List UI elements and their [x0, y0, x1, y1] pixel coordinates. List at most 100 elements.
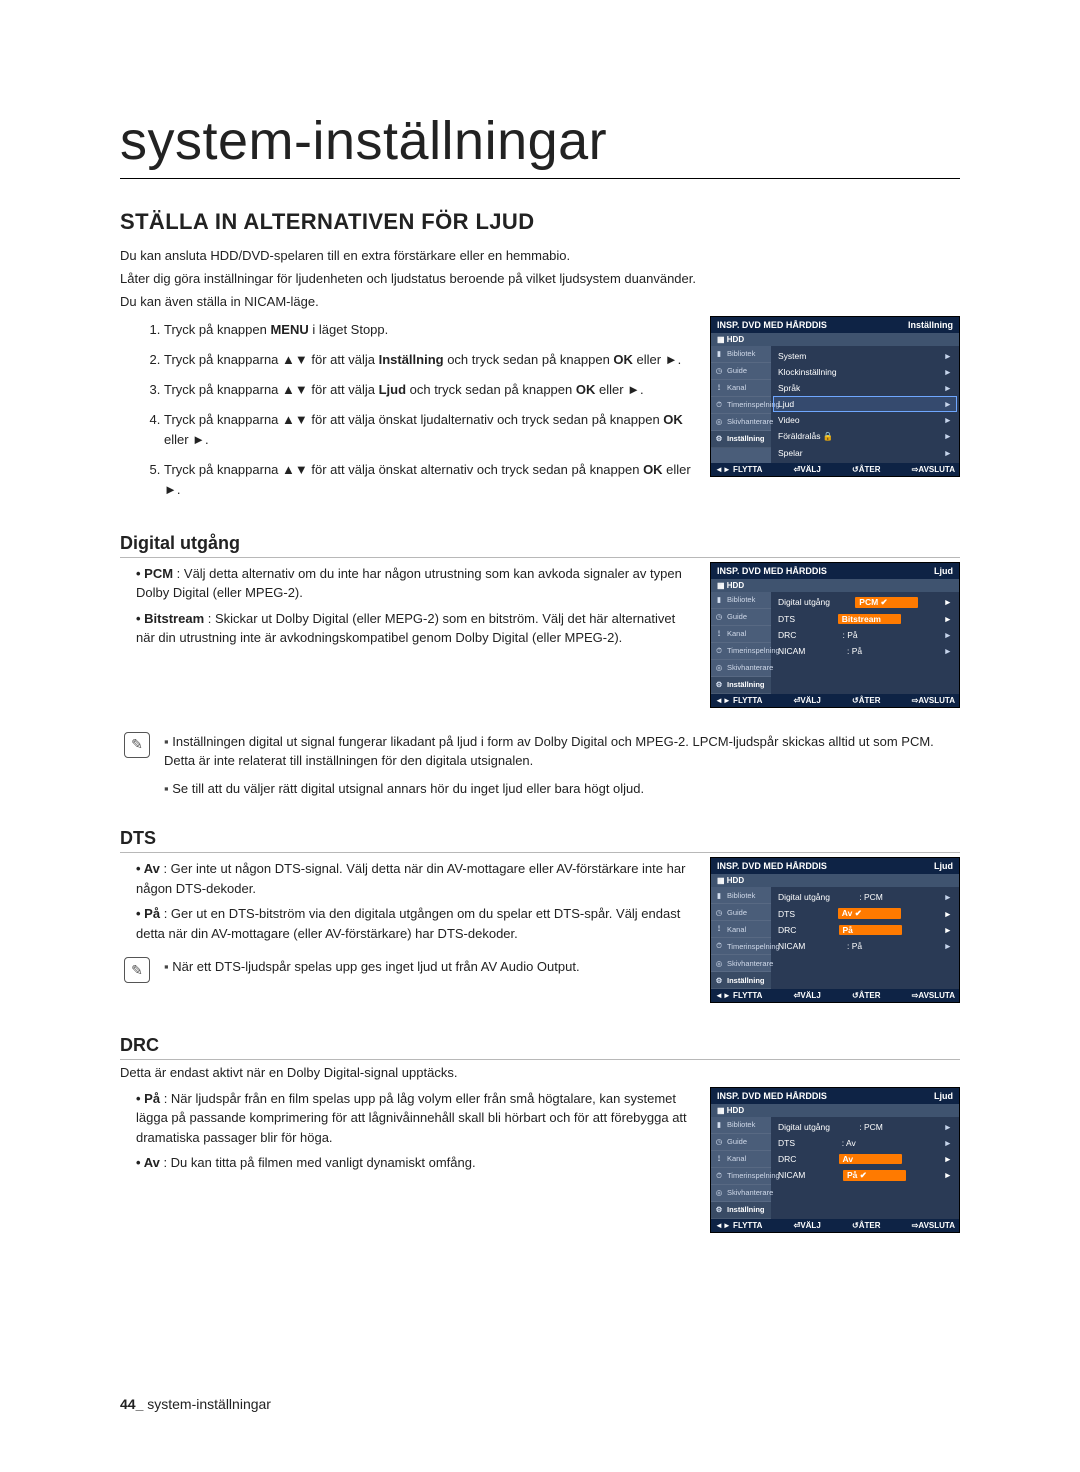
osd-side-label: Bibliotek — [727, 1120, 755, 1129]
osd-row-arrow: ► — [944, 399, 952, 409]
osd-side-icon: ⚙ — [714, 434, 724, 444]
osd-side-label: Guide — [727, 908, 747, 917]
osd-row-key: Språk — [778, 383, 800, 393]
digital-notes: Inställningen digital ut signal fungerar… — [160, 732, 960, 807]
osd-side-label: Bibliotek — [727, 595, 755, 604]
osd-foot-valj: ⏎VÄLJ — [794, 696, 821, 705]
osd-foot-avsluta: ⇨AVSLUTA — [912, 991, 955, 1000]
osd-row: System ► — [773, 348, 957, 364]
bullet-bitstream: Bitstream : Skickar ut Dolby Digital (el… — [136, 609, 696, 648]
osd-side-item: ▮ Bibliotek — [711, 1117, 771, 1134]
osd-side-label: Guide — [727, 612, 747, 621]
osd-row-arrow: ► — [944, 1154, 952, 1164]
osd-side-item: ⏱ Timerinspelning — [711, 938, 771, 955]
osd-side-item: ◷ Guide — [711, 1134, 771, 1151]
osd-foot-ater: ↺ÅTER — [852, 991, 880, 1000]
osd-row-val: : På — [843, 630, 898, 640]
osd-row-key: NICAM — [778, 1170, 805, 1180]
osd-row: DRC På ► — [773, 922, 957, 938]
note-icon: ✎ — [124, 732, 150, 758]
osd-device-title: INSP. DVD MED HÅRDDIS — [717, 566, 827, 576]
osd-row-arrow: ► — [944, 614, 952, 624]
osd-hdd-bar: ▦ HDD — [711, 874, 959, 887]
osd-row-arrow: ► — [944, 1170, 952, 1180]
osd-side-label: Skivhanterare — [727, 959, 773, 968]
osd-panel: INSP. DVD MED HÅRDDIS Inställning ▦ HDD … — [710, 316, 960, 477]
page-footer: 44_ system-inställningar — [120, 1396, 271, 1412]
osd-row-val: Bitstream — [838, 614, 901, 624]
osd-context: Ljud — [934, 566, 953, 576]
osd-row-arrow: ► — [944, 431, 952, 441]
osd-row-key: Digital utgång — [778, 892, 830, 902]
bullet-pcm: PCM : Välj detta alternativ om du inte h… — [136, 564, 696, 603]
osd-side-icon: ⏱ — [714, 400, 724, 410]
osd-row-val: Av ✔ — [838, 908, 901, 919]
osd-sidebar: ▮ Bibliotek ◷ Guide ⟟ Kanal ⏱ Timerinspe… — [711, 887, 771, 989]
osd-hdd-bar: ▦ HDD — [711, 333, 959, 346]
osd-side-label: Kanal — [727, 383, 746, 392]
osd-side-icon: ◷ — [714, 907, 724, 917]
osd-row: Video ► — [773, 412, 957, 428]
osd-side-icon: ⏱ — [714, 1171, 724, 1181]
osd-foot-avsluta: ⇨AVSLUTA — [912, 465, 955, 474]
osd-main: Digital utgång : PCM ► DTS : Av ► DRC Av… — [771, 1117, 959, 1219]
intro-line-1: Du kan ansluta HDD/DVD-spelaren till en … — [120, 247, 960, 266]
dts-note-1: När ett DTS-ljudspår spelas upp ges inge… — [164, 957, 580, 977]
step-5: Tryck på knapparna ▲▼ för att välja önsk… — [164, 460, 696, 500]
osd-foot-flytta: ◄► FLYTTA — [715, 465, 762, 474]
osd-row-arrow: ► — [944, 1138, 952, 1148]
osd-device-title: INSP. DVD MED HÅRDDIS — [717, 861, 827, 871]
digital-note-2: Se till att du väljer rätt digital utsig… — [164, 779, 960, 799]
osd-sidebar: ▮ Bibliotek ◷ Guide ⟟ Kanal ⏱ Timerinspe… — [711, 346, 771, 463]
osd-side-item: ⟟ Kanal — [711, 921, 771, 938]
osd-row: NICAM : På ► — [773, 938, 957, 954]
osd-row-key: DRC — [778, 630, 796, 640]
osd-side-icon: ▮ — [714, 595, 724, 605]
osd-row-key: DRC — [778, 1154, 796, 1164]
osd-side-item: ◷ Guide — [711, 363, 771, 380]
bullet-drc-pa: På : När ljudspår från en film spelas up… — [136, 1089, 696, 1148]
osd-side-item: ◎ Skivhanterare — [711, 414, 771, 431]
osd-side-label: Inställning — [727, 1205, 765, 1214]
osd-context: Ljud — [934, 1091, 953, 1101]
osd-hdd-bar: ▦ HDD — [711, 1104, 959, 1117]
intro-line-3: Du kan även ställa in NICAM-läge. — [120, 293, 960, 312]
osd-row-arrow: ► — [944, 1122, 952, 1132]
osd-row-val: PCM ✔ — [855, 597, 918, 608]
osd-row-arrow: ► — [944, 892, 952, 902]
osd-side-item: ⏱ Timerinspelning — [711, 1168, 771, 1185]
osd-side-label: Guide — [727, 1137, 747, 1146]
osd-row-val: På — [839, 925, 902, 935]
osd-side-icon: ⏱ — [714, 941, 724, 951]
osd-row: DRC : På ► — [773, 627, 957, 643]
osd-side-label: Guide — [727, 366, 747, 375]
intro-line-2: Låter dig göra inställningar för ljudenh… — [120, 270, 960, 289]
section-heading-audio: STÄLLA IN ALTERNATIVEN FÖR LJUD — [120, 209, 960, 235]
step-2: Tryck på knapparna ▲▼ för att välja Inst… — [164, 350, 696, 370]
osd-row: Ljud ► — [773, 396, 957, 412]
osd-side-item: ⏱ Timerinspelning — [711, 397, 771, 414]
osd-row-arrow: ► — [944, 909, 952, 919]
osd-context: Ljud — [934, 861, 953, 871]
osd-side-item: ◎ Skivhanterare — [711, 1185, 771, 1202]
steps-list: Tryck på knappen MENU i läget Stopp. Try… — [120, 320, 696, 501]
osd-row-val: : På — [847, 941, 902, 951]
osd-foot-ater: ↺ÅTER — [852, 696, 880, 705]
osd-side-icon: ⏱ — [714, 646, 724, 656]
subheading-drc: DRC — [120, 1035, 960, 1060]
osd-row-key: NICAM — [778, 941, 805, 951]
osd-row-key: System — [778, 351, 806, 361]
osd-side-icon: ⚙ — [714, 975, 724, 985]
bullet-dts-pa: På : Ger ut en DTS-bitström via den digi… — [136, 904, 696, 943]
osd-row: DTS Bitstream ► — [773, 611, 957, 627]
dts-notes: När ett DTS-ljudspår spelas upp ges inge… — [160, 957, 580, 985]
osd-row: Digital utgång PCM ✔ ► — [773, 594, 957, 611]
osd-foot-avsluta: ⇨AVSLUTA — [912, 696, 955, 705]
osd-device-title: INSP. DVD MED HÅRDDIS — [717, 1091, 827, 1101]
osd-row-key: NICAM — [778, 646, 805, 656]
osd-foot-avsluta: ⇨AVSLUTA — [912, 1221, 955, 1230]
osd-side-label: Inställning — [727, 434, 765, 443]
drc-intro: Detta är endast aktivt när en Dolby Digi… — [120, 1064, 960, 1083]
osd-panel: INSP. DVD MED HÅRDDIS Ljud ▦ HDD ▮ Bibli… — [710, 1087, 960, 1233]
osd-side-item: ◎ Skivhanterare — [711, 955, 771, 972]
